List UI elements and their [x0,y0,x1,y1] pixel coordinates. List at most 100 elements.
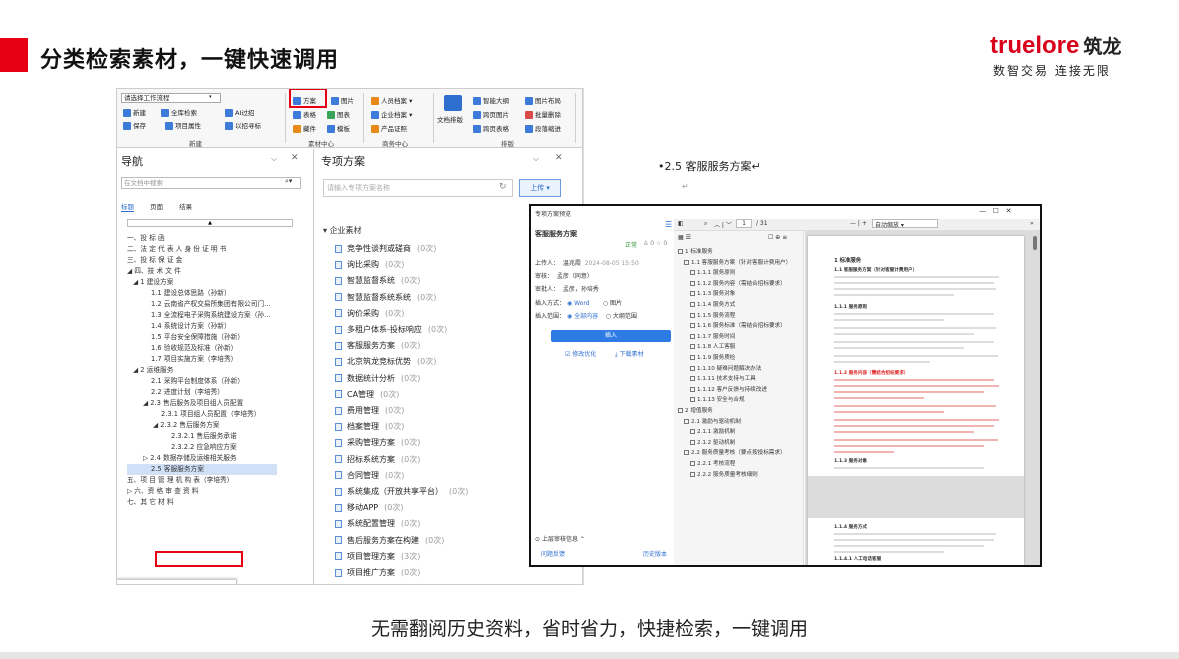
tree-item[interactable]: 1.1 建设总体思路（孙新） [127,288,277,299]
toc-item[interactable]: 1.1.7 服务时间 [690,332,735,340]
tree-item[interactable]: ▷ 2.4 数据存储及运维相关服务 [127,453,277,464]
image-button[interactable]: 图片 [331,95,354,105]
toc-item[interactable]: 2 增值服务 [678,406,713,414]
toc-item[interactable]: 2.1.1 激励机制 [690,427,735,435]
close-icon[interactable]: ✕ [291,153,299,163]
toc-item[interactable]: 2.2 服务质量考核（要点按投标需求） [684,448,786,456]
tree-item[interactable]: 2.3.2.1 售后服务承诺 [127,431,277,442]
toc-checkbox[interactable] [690,291,695,297]
toc-checkbox[interactable] [690,461,695,466]
para-indent-button[interactable]: 段落缩进 [525,123,561,133]
doc-format-button[interactable]: 文档排版 [437,114,463,124]
toc-checkbox[interactable] [690,280,695,286]
radio-word[interactable]: ◉ Word [567,300,590,307]
toc-item[interactable]: 1.1.9 服务质检 [690,353,735,361]
pdf-scrollbar[interactable] [1033,236,1037,250]
toc-item[interactable]: 1.1.12 客户反馈与持续改进 [690,385,767,393]
history-bid-button[interactable]: 以招寻标 [225,120,261,130]
radio-all[interactable]: ◉ 全部内容 [567,313,598,320]
plan-list-item[interactable]: 费用管理 (0次) [335,405,404,416]
upload-button[interactable]: 上传 ▾ [519,179,561,197]
tree-item[interactable]: 2.1 采购平台制度体系（孙新） [127,376,277,387]
plan-list-item[interactable]: 项目管理方案 (3次) [335,551,420,562]
tree-item[interactable]: 2.3.2.2 应急响应方案 [127,442,277,453]
toc-checkbox[interactable] [690,355,695,360]
plan-list-item[interactable]: 询价采购 (0次) [335,308,404,319]
toc-checkbox[interactable] [690,439,695,445]
chart-button[interactable]: 图表 [327,109,350,119]
download-link[interactable]: ⤓ 下载素材 [615,349,644,359]
toc-checkbox[interactable] [690,386,695,392]
toc-checkbox[interactable] [690,333,695,339]
plan-list-item[interactable]: 采购管理方案 (0次) [335,437,420,448]
toc-checkbox[interactable] [690,397,695,403]
tree-item[interactable]: 七、其 它 材 料 [127,497,277,508]
toc-item[interactable]: 2.1 激励与驱动机制 [684,417,741,425]
toc-item[interactable]: 1.1 客服服务方案（针对客服计费用户） [684,258,791,266]
toc-checkbox[interactable] [684,259,689,265]
workflow-select[interactable]: 请选择工作流程 [121,93,221,103]
cross-table-button[interactable]: 跨页表格 [473,123,509,133]
tab-heading[interactable]: 标题 [121,203,134,212]
page-number-input[interactable]: 1 [736,219,752,228]
toc-checkbox[interactable] [690,365,695,371]
plan-list-item[interactable]: 竞争性谈判或磋商 (0次) [335,243,436,254]
tree-item[interactable]: 二、法 定 代 表 人 身 份 证 明 书 [127,244,277,255]
plan-list-item[interactable]: 北京筑龙竞标优势 (0次) [335,356,436,367]
enterprise-archive-button[interactable]: 企业档案 ▾ [371,109,412,119]
radio-image[interactable]: ○ 图片 [603,300,622,307]
insert-button[interactable]: 插入 [551,330,671,342]
image-layout-button[interactable]: 图片布局 [525,95,561,105]
toc-checkbox[interactable] [690,302,695,307]
tree-item[interactable]: 1.4 系统设计方案（孙新） [127,321,277,332]
tree-item[interactable]: ◢ 2 运维服务 [127,365,277,376]
zoom-controls[interactable]: — | + [850,220,867,227]
toc-item[interactable]: 1.1.5 服务流程 [690,311,735,319]
project-attr-button[interactable]: 项目属性 [165,120,201,130]
toc-view-icons[interactable]: ▦ ☰ [678,234,691,241]
more-icon[interactable]: » [1030,220,1034,227]
chevron-down-icon[interactable]: ⌵ [533,154,539,164]
radio-outline[interactable]: ○ 大纲范围 [606,313,637,320]
batch-delete-button[interactable]: 批量删除 [525,109,561,119]
save-button[interactable]: 保存 [123,120,146,130]
new-button[interactable]: 新建 [123,107,146,117]
tree-item[interactable]: ◢ 1 建设方案 [127,277,277,288]
toc-item[interactable]: 1.1.4 服务方式 [690,300,735,308]
plan-list-item[interactable]: 合同管理 (0次) [335,470,404,481]
feedback-link[interactable]: 问题反馈 [541,549,565,558]
toc-checkbox[interactable] [678,408,683,413]
sidebar-toggle-icon[interactable]: ◧ [678,220,684,227]
toc-item[interactable]: 1.1.2 服务内容（需结合招标要求） [690,279,786,287]
tree-item[interactable]: ◢ 2.3.2 售后服务方案 [127,420,277,431]
ai-button[interactable]: AI过招 [225,107,254,117]
toc-checkbox[interactable] [684,450,689,456]
template-button[interactable]: 模板 [327,123,350,133]
review-info-toggle[interactable]: ⊙ 上层审核信息 ⌃ [535,534,585,543]
toc-item[interactable]: 1.1.10 疑难问题解决办法 [690,364,761,372]
plan-list-item[interactable]: 数据统计分析 (0次) [335,373,420,384]
window-controls[interactable]: — ☐ ✕ [979,207,1012,215]
smart-outline-button[interactable]: 智能大纲 [473,95,509,105]
tree-item[interactable]: 1.3 全流程电子采购系统建设方案（孙... [127,310,277,321]
plan-list-item[interactable]: 档案管理 (0次) [335,421,404,432]
toc-item[interactable]: 1.1.13 安全与合规 [690,395,745,403]
toc-item[interactable]: 1.1.8 人工客服 [690,342,735,350]
tree-item[interactable]: 三、投 标 保 证 金 [127,255,277,266]
table-button[interactable]: 表格 [293,109,316,119]
page-nav-icon[interactable]: ︿ | ﹀ [714,220,732,229]
tree-item[interactable]: 2.3.1 项目组人员配置（李培秀） [127,409,277,420]
tree-item[interactable]: ▷ 六、资 格 审 查 资 料 [127,486,277,497]
toc-item[interactable]: 1.1.3 服务对象 [690,289,735,297]
seal-button[interactable]: 藏件 [293,123,316,133]
tree-item[interactable]: 1.7 项目实施方案（李培秀） [127,354,277,365]
toc-item[interactable]: 1.1.11 技术支持与工具 [690,374,756,382]
refresh-icon[interactable]: ↻ [499,182,507,192]
menu-icon[interactable]: ☰ [665,220,672,229]
toc-item[interactable]: 1.1.1 服务原则 [690,268,735,276]
modify-link[interactable]: ☑ 修改优化 [565,349,596,358]
tab-result[interactable]: 结果 [179,203,192,211]
toc-checkbox[interactable] [684,418,689,424]
toc-checkbox[interactable] [690,344,695,350]
tree-item[interactable]: 1.5 平台安全保障措施（孙新） [127,332,277,343]
